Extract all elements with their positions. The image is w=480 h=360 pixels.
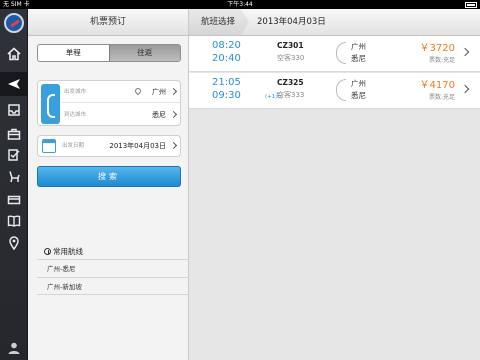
favorite-route-label: 广州-悉尼 — [47, 265, 76, 273]
round-trip-tab[interactable]: 往返 — [108, 45, 180, 61]
flight-list-date: 2013年04月03日 — [257, 17, 326, 27]
ticket-availability: 票数:充足 — [428, 57, 455, 64]
booking-panel: 机票预订 单程 往返 出发城市 广州 到达城市 悉尼 出发日期 2013年04月… — [28, 9, 205, 360]
status-bar: 无 SIM 卡 下午3:44 — [0, 0, 480, 9]
clock-label: 下午3:44 — [227, 1, 253, 8]
ticket-availability: 票数:充足 — [428, 94, 455, 101]
departure-date-row[interactable]: 出发日期 2013年04月03日 — [37, 135, 181, 157]
chevron-right-icon — [169, 141, 178, 150]
app-logo — [4, 13, 24, 33]
route-arc-icon — [336, 42, 346, 64]
favorite-routes-title: 常用航线 — [44, 246, 83, 257]
departure-city: 广州 — [351, 42, 366, 51]
swap-cities-button[interactable] — [41, 84, 60, 124]
origin-city-row[interactable]: 出发城市 广州 — [62, 81, 180, 103]
home-icon[interactable] — [0, 42, 28, 66]
seat-icon[interactable] — [0, 165, 28, 189]
calendar-icon — [42, 139, 56, 153]
flight-row[interactable]: 08:20 20:40 CZ301 空客330 广州 悉尼 ￥3720 票数:充… — [189, 36, 480, 72]
trip-type-segmented-control: 单程 往返 — [37, 44, 181, 62]
departure-time: 08:20 — [212, 40, 241, 51]
favorite-routes-label: 常用航线 — [53, 247, 83, 256]
chevron-right-icon — [169, 87, 178, 96]
route-arc-icon — [336, 79, 346, 101]
flight-list-header: 航班选择 2013年04月03日 — [189, 9, 480, 36]
inbox-icon[interactable] — [0, 98, 28, 122]
departure-time: 21:05 — [212, 77, 241, 88]
location-pin-icon — [133, 86, 143, 96]
chevron-right-icon — [460, 84, 470, 94]
flight-code: CZ325 — [277, 78, 304, 87]
favorite-route-label: 广州-新加坡 — [47, 283, 82, 291]
aircraft-model: 空客330 — [277, 54, 305, 62]
arrival-city: 悉尼 — [351, 91, 366, 100]
plane-icon[interactable] — [0, 72, 28, 96]
arrival-city: 悉尼 — [351, 54, 366, 63]
favorite-route-item[interactable]: 广州-悉尼 — [37, 259, 205, 277]
panel-title: 机票预订 — [28, 9, 188, 36]
favorite-routes-list: 广州-悉尼 广州-新加坡 — [37, 259, 205, 295]
flight-times: 21:05 09:30 — [212, 76, 241, 102]
search-button[interactable]: 搜索 — [37, 166, 181, 187]
one-way-tab[interactable]: 单程 — [38, 45, 109, 61]
arrival-time: 09:30 — [212, 90, 241, 101]
flight-price: ￥3720 — [419, 43, 455, 54]
checklist-icon[interactable] — [0, 143, 28, 167]
favorite-route-item[interactable]: 广州-新加坡 — [37, 277, 205, 295]
destination-city-row[interactable]: 到达城市 悉尼 — [62, 104, 180, 126]
user-icon[interactable] — [0, 336, 28, 360]
flight-times: 08:20 20:40 — [212, 39, 241, 65]
flight-row[interactable]: 21:05 09:30 (+1天) CZ325 空客333 广州 悉尼 ￥417… — [189, 73, 480, 109]
battery-icon — [463, 0, 477, 9]
city-selector: 出发城市 广州 到达城市 悉尼 — [37, 80, 181, 126]
origin-city-label: 出发城市 — [64, 89, 87, 95]
clock-icon — [44, 248, 51, 255]
arrival-time: 20:40 — [212, 53, 241, 64]
departure-date-value: 2013年04月03日 — [109, 142, 166, 150]
chevron-right-icon — [169, 110, 178, 119]
departure-city: 广州 — [351, 79, 366, 88]
book-icon[interactable] — [0, 209, 28, 233]
icon-rail — [0, 9, 28, 360]
chevron-right-icon — [460, 47, 470, 57]
flight-list-panel: 航班选择 2013年04月03日 08:20 20:40 CZ301 空客330… — [189, 9, 480, 360]
destination-city-label: 到达城市 — [64, 112, 87, 118]
flight-select-tag: 航班选择 — [189, 9, 249, 35]
departure-date-label: 出发日期 — [62, 143, 85, 149]
aircraft-model: 空客333 — [277, 91, 305, 99]
flight-price: ￥4170 — [419, 80, 455, 91]
flight-code: CZ301 — [277, 41, 304, 50]
destination-city-value: 悉尼 — [152, 111, 166, 119]
location-icon[interactable] — [0, 231, 28, 255]
origin-city-value: 广州 — [152, 88, 166, 96]
